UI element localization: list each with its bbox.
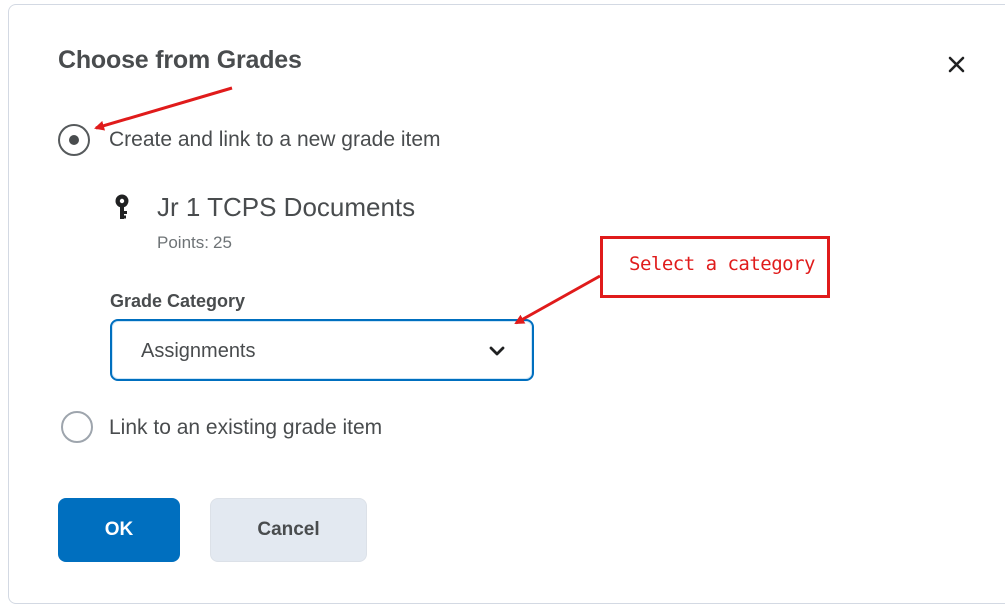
grade-category-selected-value: Assignments bbox=[141, 340, 256, 362]
radio-link-existing-label[interactable]: Link to an existing grade item bbox=[109, 416, 382, 440]
grade-item-points: Points: 25 bbox=[157, 233, 232, 253]
grade-item-icon bbox=[113, 193, 133, 223]
ok-button[interactable]: OK bbox=[58, 498, 180, 562]
points-value: 25 bbox=[212, 233, 232, 252]
grade-item-name: Jr 1 TCPS Documents bbox=[157, 192, 416, 222]
chevron-down-icon bbox=[489, 346, 505, 356]
annotation-text: Select a category bbox=[629, 253, 815, 275]
points-label: Points: bbox=[157, 233, 209, 252]
grade-category-label: Grade Category bbox=[110, 291, 246, 311]
annotation-callout: Select a category bbox=[600, 236, 830, 298]
radio-link-existing[interactable] bbox=[61, 411, 93, 443]
close-icon bbox=[948, 56, 965, 73]
radio-create-new-label[interactable]: Create and link to a new grade item bbox=[109, 128, 441, 152]
cancel-button[interactable]: Cancel bbox=[210, 498, 367, 562]
grade-category-select[interactable]: Assignments bbox=[110, 319, 534, 381]
radio-create-new[interactable] bbox=[58, 124, 90, 156]
dialog-title: Choose from Grades bbox=[58, 46, 302, 74]
close-button[interactable] bbox=[944, 52, 970, 78]
